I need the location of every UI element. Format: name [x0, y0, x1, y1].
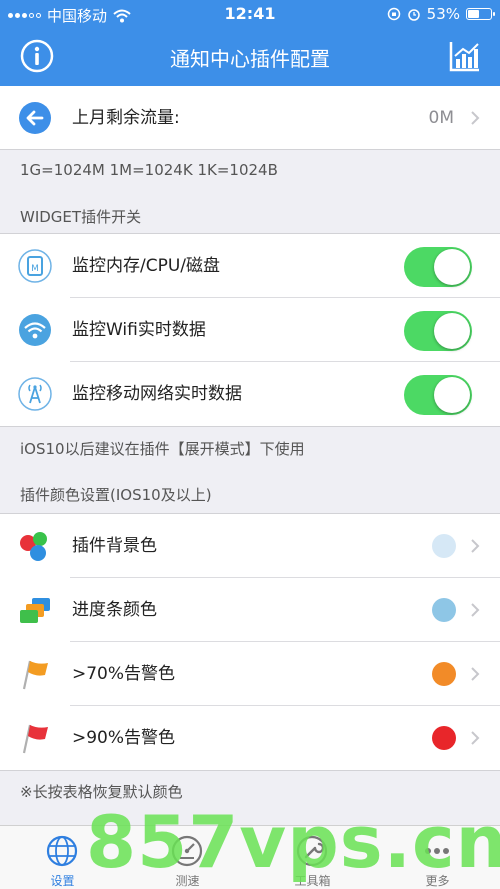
- status-right: 53%: [387, 5, 495, 23]
- toggle-knob: [434, 377, 470, 413]
- widget-section-header: WIDGET插件开关: [20, 208, 142, 226]
- widget-row-wifi: 监控Wifi实时数据: [0, 298, 500, 362]
- color-row-progress[interactable]: 进度条颜色: [0, 578, 500, 642]
- unit-note: 1G=1024M 1M=1024K 1K=1024B: [20, 161, 278, 179]
- color-row-background[interactable]: 插件背景色: [0, 514, 500, 578]
- widget-label: 监控移动网络实时数据: [72, 384, 242, 404]
- traffic-value: 0M: [428, 108, 454, 128]
- chevron-right-icon: [471, 667, 480, 681]
- page-title: 通知中心插件配置: [170, 47, 330, 71]
- cellular-toggle[interactable]: [404, 375, 472, 415]
- wifi-icon: [19, 314, 51, 346]
- color-swatch: [432, 534, 456, 558]
- back-arrow-icon: [19, 102, 51, 134]
- color-label: >70%告警色: [72, 664, 176, 684]
- cell-tower-icon: [18, 377, 52, 411]
- color-row-70-alert[interactable]: >70%告警色: [0, 642, 500, 706]
- watermark: 857vps.cn: [86, 800, 500, 884]
- color-cards-icon: [20, 598, 50, 623]
- chevron-right-icon: [471, 731, 480, 745]
- divider: [0, 426, 500, 427]
- color-swatch: [432, 662, 456, 686]
- alarm-icon: [407, 9, 420, 21]
- wifi-toggle[interactable]: [404, 311, 472, 351]
- toggle-knob: [434, 249, 470, 285]
- battery-icon: [466, 8, 495, 20]
- color-label: 进度条颜色: [72, 600, 157, 620]
- memory-toggle[interactable]: [404, 247, 472, 287]
- color-label: 插件背景色: [72, 536, 157, 556]
- color-balls-icon: [20, 532, 47, 561]
- memory-icon: M: [18, 249, 52, 283]
- traffic-label: 上月剩余流量:: [72, 108, 180, 128]
- color-section-footer: ※长按表格恢复默认颜色: [20, 783, 183, 801]
- battery-percent: 53%: [426, 5, 460, 23]
- orange-flag-icon: [22, 660, 48, 690]
- widget-row-memory: M 监控内存/CPU/磁盘: [0, 234, 500, 298]
- chevron-right-icon: [471, 603, 480, 617]
- widget-label: 监控Wifi实时数据: [72, 320, 206, 340]
- widget-row-cellular: 监控移动网络实时数据: [0, 362, 500, 426]
- toggle-knob: [434, 313, 470, 349]
- battery-fill: [468, 10, 480, 18]
- chart-icon[interactable]: [448, 39, 482, 73]
- divider: [0, 149, 500, 150]
- widget-label: 监控内存/CPU/磁盘: [72, 256, 221, 276]
- divider: [0, 770, 500, 771]
- chevron-right-icon: [471, 539, 480, 553]
- color-swatch: [432, 598, 456, 622]
- color-label: >90%告警色: [72, 728, 176, 748]
- widget-section-footer: iOS10以后建议在插件【展开模式】下使用: [20, 440, 305, 458]
- chevron-right-icon: [471, 111, 480, 125]
- red-flag-icon: [22, 724, 48, 754]
- settings-globe-icon: [46, 835, 78, 867]
- color-section-header: 插件颜色设置(IOS10及以上): [20, 486, 212, 504]
- color-row-90-alert[interactable]: >90%告警色: [0, 706, 500, 770]
- color-swatch: [432, 726, 456, 750]
- svg-text:M: M: [31, 264, 39, 274]
- orientation-lock-icon: [387, 7, 400, 21]
- nav-bar: 通知中心插件配置: [0, 28, 500, 86]
- traffic-row[interactable]: 上月剩余流量: 0M: [0, 86, 500, 150]
- status-bar: 中国移动 12:41 53%: [0, 0, 500, 28]
